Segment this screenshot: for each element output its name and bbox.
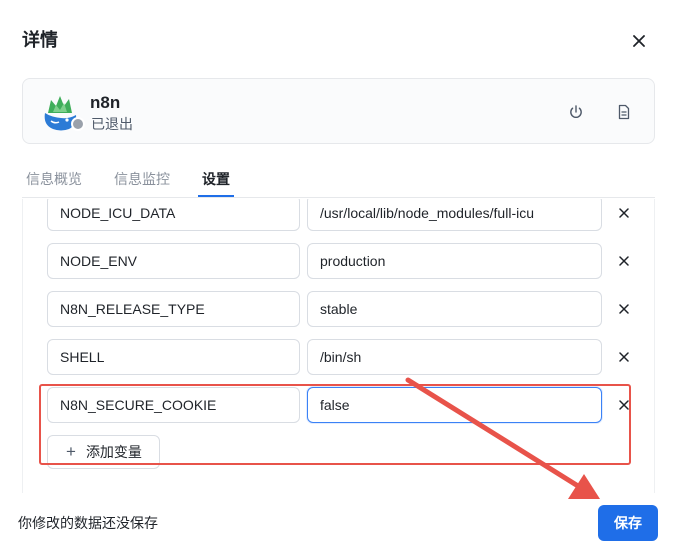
- plus-icon: +: [66, 442, 76, 461]
- env-key-input[interactable]: [47, 387, 300, 423]
- env-key-input[interactable]: [47, 339, 300, 375]
- close-button[interactable]: [628, 30, 650, 52]
- status-dot-icon: [71, 117, 85, 131]
- app-status: 已退出: [71, 115, 133, 133]
- remove-variable-button[interactable]: [614, 251, 634, 271]
- unsaved-changes-hint: 你修改的数据还没保存: [18, 515, 158, 531]
- save-button[interactable]: 保存: [598, 505, 658, 541]
- app-card: n8n 已退出: [22, 78, 655, 144]
- tab-bar: 信息概览 信息监控 设置: [22, 158, 655, 198]
- app-status-text: 已退出: [91, 116, 133, 132]
- env-variables-panel[interactable]: + 添加变量: [22, 199, 655, 493]
- close-icon: [619, 208, 629, 218]
- close-icon: [633, 35, 645, 47]
- tab-active-indicator: [198, 195, 234, 197]
- env-key-input[interactable]: [47, 243, 300, 279]
- tab-overview[interactable]: 信息概览: [26, 170, 82, 188]
- env-value-input[interactable]: [307, 339, 602, 375]
- add-variable-button[interactable]: + 添加变量: [47, 435, 160, 469]
- remove-variable-button[interactable]: [614, 299, 634, 319]
- close-icon: [619, 304, 629, 314]
- tab-monitoring[interactable]: 信息监控: [114, 170, 170, 188]
- power-icon: [570, 105, 582, 119]
- env-row: [23, 291, 654, 327]
- close-icon: [619, 352, 629, 362]
- dialog-title: 详情: [22, 30, 58, 50]
- app-name: n8n: [90, 93, 121, 112]
- env-value-input[interactable]: [307, 387, 602, 423]
- document-icon: [618, 104, 630, 120]
- remove-variable-button[interactable]: [614, 395, 634, 415]
- env-row: [23, 339, 654, 375]
- power-button[interactable]: [565, 101, 587, 123]
- add-variable-label: 添加变量: [85, 444, 142, 460]
- details-dialog: 详情 n8n 已退出 信息概览 信息监控 设置 NODE_ICU_DATA /u…: [0, 0, 687, 548]
- env-value-input[interactable]: [307, 199, 602, 231]
- env-row: [23, 387, 654, 423]
- env-value-input[interactable]: [307, 243, 602, 279]
- env-row: [23, 199, 654, 231]
- close-icon: [619, 256, 629, 266]
- env-key-input[interactable]: [47, 291, 300, 327]
- env-value-input[interactable]: [307, 291, 602, 327]
- logs-button[interactable]: [613, 101, 635, 123]
- tab-settings[interactable]: 设置: [202, 170, 230, 188]
- remove-variable-button[interactable]: [614, 203, 634, 223]
- env-key-input[interactable]: [47, 199, 300, 231]
- env-row: [23, 243, 654, 279]
- remove-variable-button[interactable]: [614, 347, 634, 367]
- close-icon: [619, 400, 629, 410]
